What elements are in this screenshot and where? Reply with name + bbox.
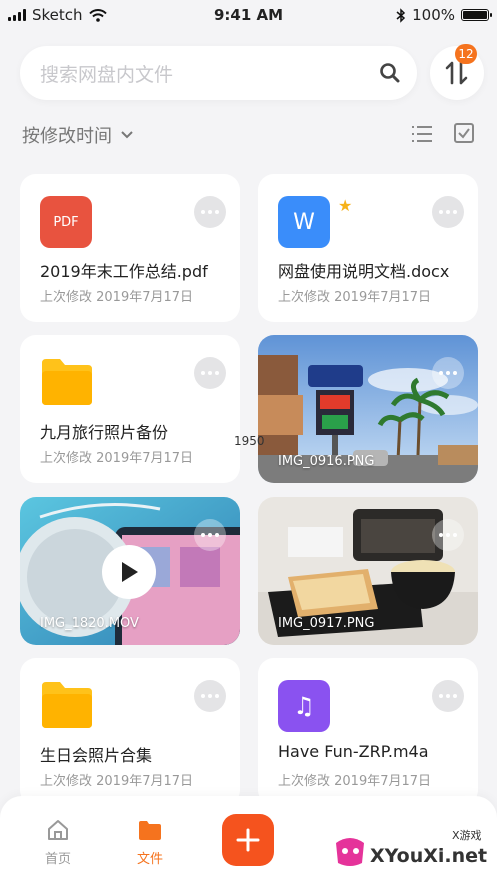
status-bar: Sketch 9:41 AM 100% <box>0 0 497 32</box>
tab-home-label: 首页 <box>44 852 71 867</box>
file-date: 上次修改 2019年7月17日 <box>40 451 194 466</box>
more-options-button[interactable] <box>194 357 226 389</box>
bluetooth-icon <box>396 7 406 23</box>
play-icon <box>122 562 138 582</box>
image-card[interactable]: IMG_0917.PNG <box>258 497 478 645</box>
more-options-button[interactable] <box>432 519 464 551</box>
file-name: IMG_0916.PNG <box>278 454 375 469</box>
sort-label: 按修改时间 <box>22 126 112 147</box>
folder-card[interactable]: 九月旅行照片备份 上次修改 2019年7月17日 <box>20 335 240 483</box>
file-date: 上次修改 2019年7月17日 <box>40 774 194 789</box>
plus-icon <box>236 828 260 852</box>
file-name: IMG_1820.MOV <box>40 616 139 631</box>
folder-icon <box>42 359 92 405</box>
file-name: IMG_0917.PNG <box>278 616 375 631</box>
folder-card[interactable]: 生日会照片合集 上次修改 2019年7月17日 <box>20 658 240 806</box>
watermark: X游戏 XYouXi.net <box>330 825 490 875</box>
more-options-button[interactable] <box>194 196 226 228</box>
image-card[interactable]: IMG_0916.PNG <box>258 335 478 483</box>
folder-icon <box>42 682 92 728</box>
file-name: 网盘使用说明文档.docx <box>278 262 450 281</box>
gamepad-logo-icon <box>336 838 364 866</box>
count-badge: 12 <box>455 44 477 64</box>
watermark-small: X游戏 <box>452 829 482 842</box>
file-card-docx[interactable]: W ★ 网盘使用说明文档.docx 上次修改 2019年7月17日 <box>258 174 478 322</box>
search-input[interactable]: 搜索网盘内文件 <box>40 60 173 87</box>
battery-icon <box>461 9 492 21</box>
file-date: 上次修改 2019年7月17日 <box>40 290 194 305</box>
home-icon <box>48 820 68 840</box>
play-button[interactable] <box>102 545 156 599</box>
battery-percent: 100% <box>412 6 455 24</box>
more-options-button[interactable] <box>432 357 464 389</box>
search-bar[interactable]: 搜索网盘内文件 <box>20 46 417 100</box>
file-date: 上次修改 2019年7月17日 <box>278 290 432 305</box>
tab-files[interactable]: 文件 <box>120 818 180 867</box>
sort-filter[interactable]: 按修改时间 <box>22 122 134 148</box>
file-date: 上次修改 2019年7月17日 <box>278 774 432 789</box>
select-checkbox-icon[interactable] <box>453 122 475 144</box>
file-name: Have Fun-ZRP.m4a <box>278 742 429 761</box>
tab-home[interactable]: 首页 <box>28 818 88 867</box>
status-right: 100% <box>396 6 492 24</box>
more-options-button[interactable] <box>194 519 226 551</box>
video-card[interactable]: IMG_1820.MOV <box>20 497 240 645</box>
search-icon[interactable] <box>379 62 401 84</box>
list-view-icon[interactable] <box>411 124 433 144</box>
audio-card[interactable]: ♫ Have Fun-ZRP.m4a 上次修改 2019年7月17日 <box>258 658 478 806</box>
folder-name: 生日会照片合集 <box>40 746 153 765</box>
chevron-down-icon <box>121 131 133 139</box>
more-options-button[interactable] <box>432 196 464 228</box>
overlay-label: 1950 <box>234 434 265 448</box>
watermark-text: XYouXi.net <box>370 845 488 867</box>
star-icon: ★ <box>338 196 353 215</box>
word-icon: W <box>278 196 330 248</box>
more-options-button[interactable] <box>194 680 226 712</box>
music-icon: ♫ <box>278 680 330 732</box>
add-button[interactable] <box>222 814 274 866</box>
file-name: 2019年末工作总结.pdf <box>40 262 208 281</box>
folder-icon <box>139 821 161 840</box>
folder-name: 九月旅行照片备份 <box>40 423 169 442</box>
more-options-button[interactable] <box>432 680 464 712</box>
tab-files-label: 文件 <box>136 852 163 867</box>
pdf-icon: PDF <box>40 196 92 248</box>
file-card-pdf[interactable]: PDF 2019年末工作总结.pdf 上次修改 2019年7月17日 <box>20 174 240 322</box>
